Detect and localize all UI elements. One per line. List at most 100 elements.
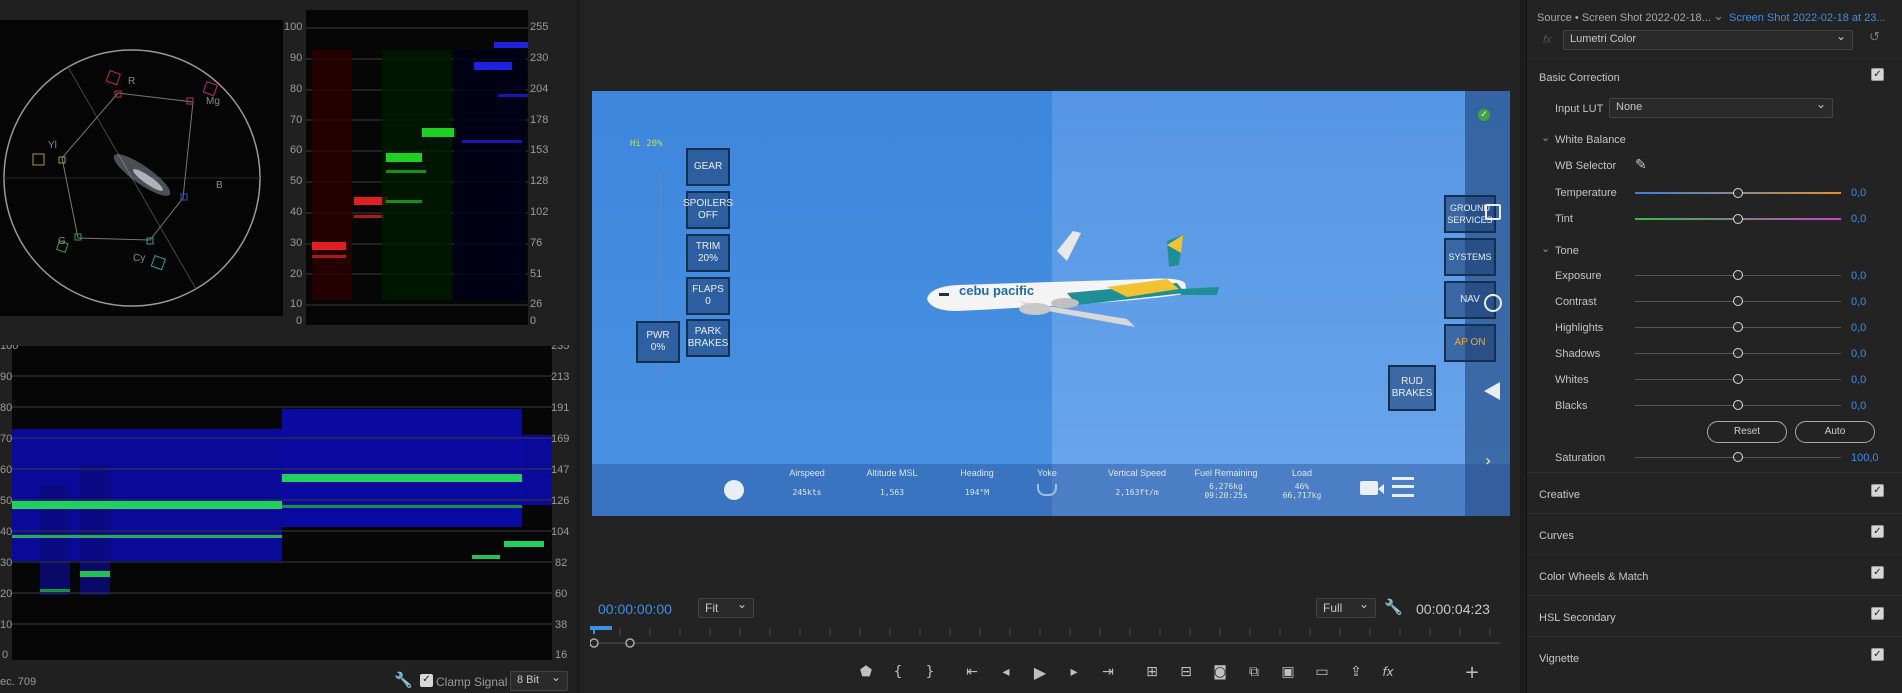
wrench-icon[interactable]: 🔧 bbox=[394, 671, 413, 689]
step-forward-icon[interactable]: ▸ bbox=[1062, 660, 1086, 684]
color-wheels-checkbox[interactable]: ✓ bbox=[1871, 566, 1884, 579]
overwrite-icon[interactable]: ⊟ bbox=[1174, 660, 1198, 684]
blacks-slider-knob[interactable] bbox=[1733, 400, 1743, 410]
whites-slider-knob[interactable] bbox=[1733, 374, 1743, 384]
hsl-secondary-checkbox[interactable]: ✓ bbox=[1871, 607, 1884, 620]
camera-lens-icon bbox=[1378, 484, 1384, 494]
reset-button[interactable]: Reset bbox=[1707, 421, 1787, 443]
menu-icon[interactable] bbox=[1392, 477, 1414, 497]
insert-icon[interactable]: ⊞ bbox=[1140, 660, 1164, 684]
basic-correction-checkbox[interactable]: ✓ bbox=[1871, 68, 1884, 81]
add-button-icon[interactable]: + bbox=[1460, 660, 1484, 684]
back-icon[interactable] bbox=[1484, 382, 1500, 400]
whites-value[interactable]: 0,0 bbox=[1851, 374, 1866, 386]
tone-chevron-icon[interactable]: ⌄ bbox=[1541, 242, 1550, 255]
power-button[interactable]: PWR 0% bbox=[636, 321, 680, 363]
shadows-slider-knob[interactable] bbox=[1733, 348, 1743, 358]
exposure-slider-knob[interactable] bbox=[1733, 270, 1743, 280]
parade-axis-right-230: 230 bbox=[530, 52, 548, 64]
saturation-value[interactable]: 100,0 bbox=[1851, 452, 1879, 464]
export-icon[interactable]: ⇪ bbox=[1344, 660, 1368, 684]
comparison-view-icon[interactable]: ⧉ bbox=[1242, 660, 1266, 684]
contrast-label: Contrast bbox=[1555, 296, 1597, 308]
marker-icon[interactable]: ⬟ bbox=[854, 660, 878, 684]
vignette-checkbox[interactable]: ✓ bbox=[1871, 648, 1884, 661]
clip-selector[interactable]: Screen Shot 2022-02-18 at 23... bbox=[1729, 12, 1886, 24]
contrast-value[interactable]: 0,0 bbox=[1851, 296, 1866, 308]
go-to-in-icon[interactable]: ⇤ bbox=[960, 660, 984, 684]
stat-fuel: Fuel Remaining 6,276kg 09:20:25s bbox=[1188, 468, 1264, 500]
section-color-wheels[interactable]: Color Wheels & Match ✓ bbox=[1527, 554, 1902, 594]
fx-icon[interactable]: fx bbox=[1376, 660, 1400, 684]
parade-axis-right-76: 76 bbox=[530, 237, 542, 249]
blacks-value[interactable]: 0,0 bbox=[1851, 400, 1866, 412]
reset-effect-icon[interactable]: ↺ bbox=[1869, 30, 1880, 45]
basic-correction-title[interactable]: Basic Correction bbox=[1539, 72, 1620, 84]
zoom-select[interactable]: Fit bbox=[698, 597, 754, 618]
waveform-axis-right-213: 213 bbox=[551, 371, 569, 383]
shadows-value[interactable]: 0,0 bbox=[1851, 348, 1866, 360]
trim-button[interactable]: TRIM 20% bbox=[686, 234, 730, 272]
temperature-slider-knob[interactable] bbox=[1733, 188, 1743, 198]
auto-button[interactable]: Auto bbox=[1795, 421, 1875, 443]
overview-icon[interactable] bbox=[1485, 204, 1501, 220]
transport-controls: ⬟ { } ⇤ ◂ ▶ ▸ ⇥ ⊞ ⊟ ◙ ⧉ ▣ ▭ ⇪ fx + bbox=[580, 660, 1520, 688]
globe-icon[interactable] bbox=[724, 480, 744, 500]
stat-label: Airspeed bbox=[789, 468, 825, 478]
vr-video-icon[interactable]: ▭ bbox=[1310, 660, 1334, 684]
monitor-timeline[interactable] bbox=[589, 626, 1510, 652]
gear-button[interactable]: GEAR bbox=[686, 148, 730, 186]
target-cy-label: Cy bbox=[133, 253, 145, 264]
saturation-slider-knob[interactable] bbox=[1733, 452, 1743, 462]
shadows-label: Shadows bbox=[1555, 348, 1601, 360]
camera-icon[interactable] bbox=[1360, 481, 1378, 495]
section-creative[interactable]: Creative ✓ bbox=[1527, 472, 1902, 512]
bit-depth-select[interactable]: 8 Bit bbox=[510, 670, 568, 691]
tone-title[interactable]: Tone bbox=[1555, 245, 1579, 257]
export-frame-icon[interactable]: ◙ bbox=[1208, 660, 1232, 684]
home-icon[interactable] bbox=[1484, 294, 1502, 312]
tint-slider-knob[interactable] bbox=[1733, 214, 1743, 224]
section-hsl-secondary[interactable]: HSL Secondary ✓ bbox=[1527, 595, 1902, 635]
contrast-slider-knob[interactable] bbox=[1733, 296, 1743, 306]
creative-checkbox[interactable]: ✓ bbox=[1871, 484, 1884, 497]
chevron-down-icon[interactable]: ⌄ bbox=[1713, 9, 1724, 24]
white-balance-chevron-icon[interactable]: ⌄ bbox=[1541, 131, 1550, 144]
lumetri-scopes-panel: R Mg B Cy G Yl 100 90 80 70 60 50 40 30 … bbox=[0, 0, 575, 693]
input-lut-value: None bbox=[1616, 101, 1643, 113]
waveform-axis-left-40: 40 bbox=[0, 526, 12, 538]
mark-out-icon[interactable]: } bbox=[918, 660, 942, 684]
highlights-slider-knob[interactable] bbox=[1733, 322, 1743, 332]
clamp-signal-checkbox[interactable]: ✓ bbox=[420, 674, 433, 687]
rud-brakes-button[interactable]: RUD BRAKES bbox=[1388, 365, 1436, 411]
settings-wrench-icon[interactable]: 🔧 bbox=[1384, 598, 1403, 616]
flaps-button[interactable]: FLAPS 0 bbox=[686, 277, 730, 315]
tint-value[interactable]: 0,0 bbox=[1851, 213, 1866, 225]
exposure-value[interactable]: 0,0 bbox=[1851, 270, 1866, 282]
resolution-select[interactable]: Full bbox=[1316, 597, 1376, 618]
saturation-label: Saturation bbox=[1555, 452, 1606, 464]
park-brakes-button[interactable]: PARK BRAKES bbox=[686, 319, 730, 357]
mark-in-icon[interactable]: { bbox=[886, 660, 910, 684]
input-lut-select[interactable]: None bbox=[1609, 97, 1833, 118]
eyedropper-icon[interactable]: ✎ bbox=[1635, 157, 1647, 173]
effect-select[interactable]: Lumetri Color bbox=[1563, 29, 1853, 50]
spoilers-button[interactable]: SPOILERS OFF bbox=[683, 191, 733, 229]
systems-button[interactable]: SYSTEMS bbox=[1444, 238, 1496, 276]
temperature-value[interactable]: 0,0 bbox=[1851, 187, 1866, 199]
multi-camera-icon[interactable]: ▣ bbox=[1276, 660, 1300, 684]
zoom-value: Fit bbox=[705, 601, 719, 615]
parade-axis-right-255: 255 bbox=[530, 21, 548, 33]
curves-checkbox[interactable]: ✓ bbox=[1871, 525, 1884, 538]
highlights-value[interactable]: 0,0 bbox=[1851, 322, 1866, 334]
autopilot-button[interactable]: AP ON bbox=[1444, 324, 1496, 362]
section-vignette[interactable]: Vignette ✓ bbox=[1527, 636, 1902, 676]
video-frame[interactable]: cebu pacific Hi 20% GEAR SPOILERS OFF TR… bbox=[592, 91, 1510, 516]
white-balance-title[interactable]: White Balance bbox=[1555, 134, 1626, 146]
play-icon[interactable]: ▶ bbox=[1028, 660, 1052, 684]
luma-waveform-scope: 100 90 80 70 60 50 40 30 20 10 0 235 213… bbox=[0, 340, 575, 661]
current-timecode[interactable]: 00:00:00:00 bbox=[598, 601, 672, 617]
go-to-out-icon[interactable]: ⇥ bbox=[1096, 660, 1120, 684]
step-back-icon[interactable]: ◂ bbox=[994, 660, 1018, 684]
section-curves[interactable]: Curves ✓ bbox=[1527, 513, 1902, 553]
